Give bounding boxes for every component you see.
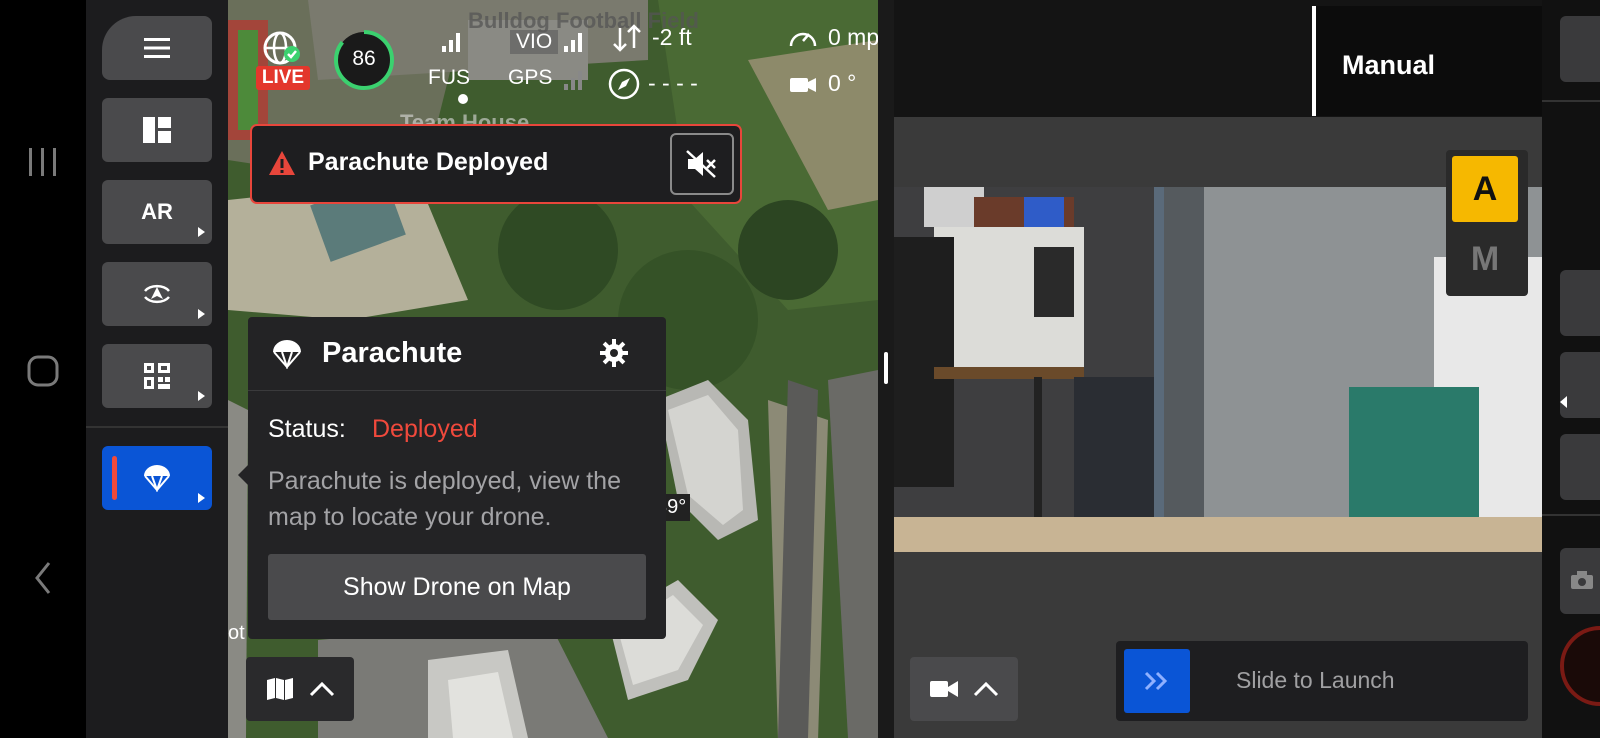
split-divider[interactable]: [878, 0, 894, 738]
home-button[interactable]: [0, 354, 86, 388]
expand-arrow-icon: [198, 493, 205, 503]
gps-label: GPS: [508, 66, 553, 89]
map-view-toggle[interactable]: [246, 657, 354, 721]
camera-icon: [1571, 571, 1593, 589]
double-chevron-right-icon: [1144, 671, 1168, 691]
altitude-icon: [613, 24, 641, 52]
live-indicator[interactable]: LIVE: [254, 26, 310, 92]
photo-capture-button[interactable]: [1560, 548, 1600, 614]
alert-indicator: [112, 456, 117, 500]
right-button-2[interactable]: [1560, 352, 1600, 418]
parachute-panel: Parachute Status: Deployed Parachute is …: [238, 317, 666, 639]
heading-value: - - - -: [648, 70, 698, 96]
ar-label: AR: [141, 199, 173, 224]
right-control-panel: [1542, 0, 1600, 738]
panel-title: Parachute: [322, 337, 463, 369]
alert-message: Parachute Deployed: [308, 148, 549, 176]
expand-arrow-icon: [198, 227, 205, 237]
fus-dot: [458, 94, 468, 104]
camera-feed-image: [894, 187, 1542, 552]
sidebar-divider: [86, 426, 228, 428]
status-value: Deployed: [372, 415, 478, 443]
parachute-icon: [273, 340, 301, 369]
gimbal-camera-icon: [790, 78, 816, 92]
panel-description: Parachute is deployed, view the map to l…: [268, 467, 621, 531]
parachute-button[interactable]: [102, 446, 212, 510]
layout-icon: [143, 117, 171, 143]
chevron-up-icon: [309, 681, 334, 697]
app-sidebar: AR: [86, 0, 228, 738]
video-camera-icon: [930, 681, 958, 697]
show-drone-on-map-button[interactable]: Show Drone on Map: [268, 554, 646, 620]
camera-view-toggle[interactable]: [910, 657, 1018, 721]
camera-angle-value: 0 °: [828, 70, 857, 96]
status-label: Status:: [268, 415, 346, 443]
camera-feed[interactable]: [894, 187, 1542, 552]
slide-to-launch[interactable]: Slide to Launch: [1116, 641, 1528, 721]
expand-arrow-icon: [198, 391, 205, 401]
right-button-1[interactable]: [1560, 270, 1600, 336]
gps-signal-icon: [564, 71, 582, 90]
speaker-muted-icon: [686, 150, 716, 178]
chevron-up-icon: [973, 681, 999, 697]
panel-caret: [238, 465, 248, 485]
record-button[interactable]: [1560, 626, 1600, 706]
recent-apps-button[interactable]: [0, 146, 86, 178]
menu-button[interactable]: [102, 16, 212, 80]
ar-button[interactable]: AR: [102, 180, 212, 244]
warning-icon: [269, 151, 295, 175]
right-divider: [1542, 100, 1600, 102]
battery-gauge[interactable]: 86: [332, 28, 396, 92]
expand-arrow-icon: [198, 309, 205, 319]
signal-icon: [442, 33, 460, 52]
expand-left-icon: [1560, 396, 1567, 408]
fus-label: FUS: [428, 66, 470, 89]
parachute-icon: [144, 465, 170, 492]
back-button[interactable]: [0, 560, 86, 596]
live-badge: LIVE: [256, 66, 310, 90]
camera-top-bar: Manual: [894, 0, 1542, 117]
layout-button[interactable]: [102, 98, 212, 162]
map-icon: [266, 678, 293, 700]
gear-icon[interactable]: [600, 339, 628, 367]
hamburger-icon: [144, 38, 170, 58]
map-edge-label: ot: [228, 622, 245, 644]
battery-value: 86: [352, 47, 376, 70]
compass-icon: [608, 68, 640, 100]
right-top-button[interactable]: [1560, 16, 1600, 82]
altitude-value: -2 ft: [652, 24, 692, 50]
slide-label: Slide to Launch: [1236, 667, 1395, 693]
orbit-button[interactable]: [102, 262, 212, 326]
right-button-3[interactable]: [1560, 434, 1600, 500]
vio-label: VIO: [510, 30, 559, 54]
globe-icon: [263, 31, 300, 65]
orbit-icon: [144, 284, 170, 304]
auto-manual-switch: A M: [1446, 150, 1528, 296]
panel-header: Parachute: [248, 317, 666, 391]
flight-mode-label: Manual: [1342, 50, 1436, 80]
right-divider: [1542, 514, 1600, 516]
qr-button[interactable]: [102, 344, 212, 408]
mute-alert-button[interactable]: [670, 133, 734, 195]
qr-icon: [144, 363, 170, 389]
camera-panel: Manual A M Slide to Launch: [894, 0, 1542, 738]
android-nav-bar: [0, 0, 86, 738]
manual-button[interactable]: M: [1452, 226, 1518, 292]
flight-mode-box[interactable]: Manual: [1312, 6, 1542, 116]
slide-knob[interactable]: [1124, 649, 1190, 713]
alert-banner: Parachute Deployed: [250, 124, 742, 204]
split-handle[interactable]: [884, 352, 888, 384]
vio-signal-icon: [564, 33, 582, 52]
auto-button[interactable]: A: [1452, 156, 1518, 222]
speed-icon: [789, 32, 817, 47]
